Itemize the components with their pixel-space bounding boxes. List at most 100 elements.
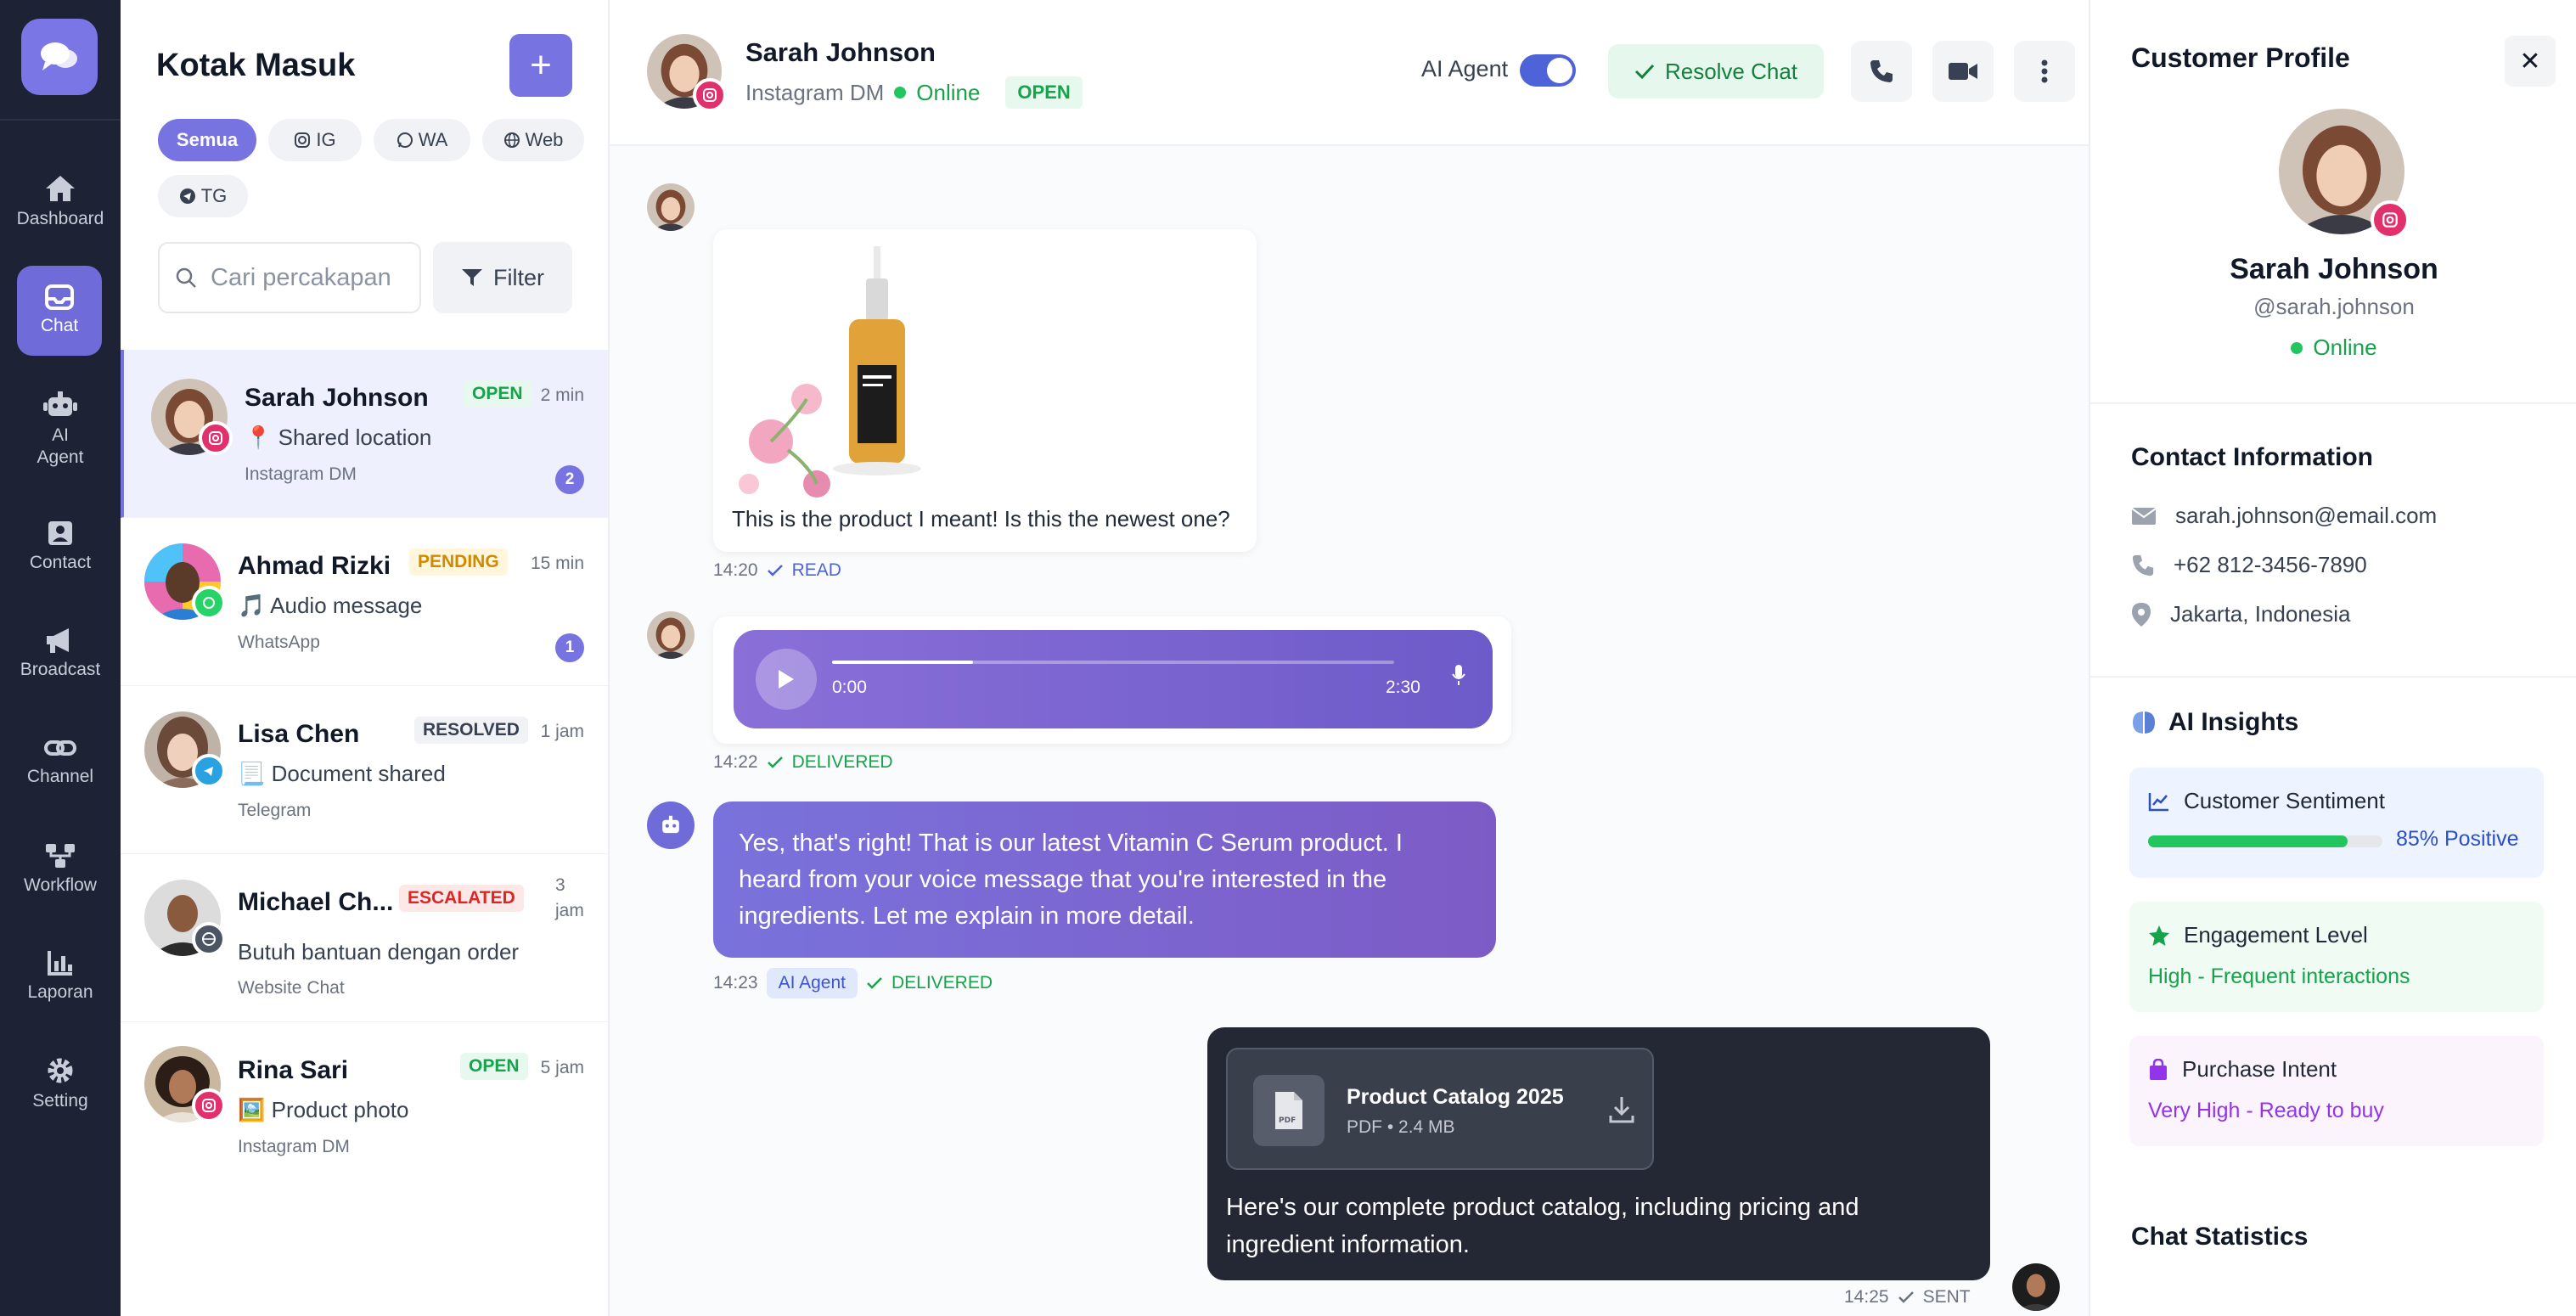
video-call-button[interactable]	[1932, 41, 1994, 102]
conversation-item[interactable]: Rina Sari OPEN 5 jam 🖼️ Product photo In…	[121, 1022, 608, 1190]
conversation-item[interactable]: Ahmad Rizki PENDING 15 min 🎵 Audio messa…	[121, 518, 608, 686]
filter-chip-wa[interactable]: WA	[374, 119, 470, 161]
file-attachment[interactable]: PDF Product Catalog 2025 PDF • 2.4 MB	[1226, 1048, 1654, 1170]
contact-phone[interactable]: +62 812-3456-7890	[2131, 552, 2367, 578]
delivery-receipt: DELIVERED	[891, 973, 993, 993]
nav-item-ai-agent[interactable]: AI Agent	[0, 391, 121, 470]
main-nav: Dashboard Chat AI Agent Contact Broadcast…	[0, 0, 121, 1316]
insight-title: Customer Sentiment	[2148, 788, 2385, 814]
message-text: Here's our complete product catalog, inc…	[1226, 1194, 1859, 1258]
call-button[interactable]	[1851, 41, 1912, 102]
instagram-icon	[199, 421, 233, 455]
chat-source: Instagram DM	[745, 79, 885, 105]
play-button[interactable]	[756, 649, 817, 710]
conversation-time: 2 min	[540, 385, 584, 405]
megaphone-icon	[47, 628, 69, 653]
search-icon	[176, 267, 196, 288]
filter-chip-ig[interactable]: IG	[268, 119, 362, 161]
nav-label: Workflow	[24, 875, 97, 895]
globe-icon	[192, 922, 226, 956]
conversation-item[interactable]: Sarah Johnson OPEN 2 min 📍 Shared locati…	[121, 350, 608, 518]
conversation-name: Michael Ch...	[238, 888, 394, 916]
new-conversation-button[interactable]: +	[509, 34, 572, 97]
sentiment-progress	[2148, 835, 2382, 847]
resolve-chat-button[interactable]: Resolve Chat	[1608, 44, 1824, 98]
close-icon[interactable]: ✕	[2505, 36, 2556, 87]
avatar	[647, 611, 695, 659]
inbox-icon	[45, 284, 74, 310]
nav-item-laporan[interactable]: Laporan	[0, 949, 121, 1004]
voice-duration: 2:30	[1386, 678, 1420, 697]
location-value: Jakarta, Indonesia	[2170, 601, 2351, 627]
nav-item-setting[interactable]: Setting	[0, 1056, 121, 1112]
more-options-button[interactable]	[2014, 41, 2075, 102]
filter-chip-tg[interactable]: TG	[158, 175, 248, 217]
profile-title: Customer Profile	[2131, 42, 2350, 73]
message-text: This is the product I meant! Is this the…	[732, 506, 1230, 531]
unread-count: 2	[555, 465, 584, 494]
product-image[interactable]	[728, 238, 983, 501]
nav-item-workflow[interactable]: Workflow	[0, 842, 121, 897]
profile-name: Sarah Johnson	[2230, 253, 2438, 285]
shopping-bag-icon	[2150, 1058, 2167, 1080]
conversation-preview: 🖼️ Product photo	[238, 1097, 409, 1122]
conversation-name: Ahmad Rizki	[238, 552, 391, 580]
conversation-preview: Butuh bantuan dengan order	[238, 939, 520, 965]
contact-info-title: Contact Information	[2131, 443, 2373, 472]
download-icon[interactable]	[1608, 1095, 1635, 1128]
chat-presence: Online	[916, 79, 981, 105]
insight-title: Engagement Level	[2148, 922, 2368, 948]
message-time: 14:20	[713, 560, 758, 580]
conversation-item[interactable]: Lisa Chen RESOLVED 1 jam 📃 Document shar…	[121, 686, 608, 854]
whatsapp-icon	[397, 132, 413, 148]
conversation-source: Telegram	[238, 801, 312, 820]
file-meta: PDF • 2.4 MB	[1347, 1117, 1455, 1137]
chart-icon	[48, 951, 72, 976]
nav-item-contact[interactable]: Contact	[0, 520, 121, 574]
chip-label: Web	[525, 129, 564, 150]
nav-label: Setting	[32, 1091, 88, 1111]
gear-icon	[48, 1058, 73, 1083]
nav-item-chat[interactable]: Chat	[17, 266, 102, 356]
customer-profile-panel: Customer Profile ✕ Sarah Johnson @sarah.…	[2089, 0, 2576, 1316]
filter-chip-web[interactable]: Web	[482, 119, 584, 161]
inbox-panel: Kotak Masuk + Semua IG WA Web TG Cari pe…	[121, 0, 610, 1316]
check-icon	[1898, 1291, 1914, 1303]
filter-button[interactable]: Filter	[433, 242, 572, 313]
ai-agent-toggle[interactable]	[1520, 54, 1576, 87]
agent-avatar	[2012, 1263, 2060, 1311]
email-value: sarah.johnson@email.com	[2175, 503, 2438, 528]
chat-bubbles-icon[interactable]	[21, 19, 98, 95]
insight-title: Purchase Intent	[2148, 1056, 2337, 1083]
chip-label: Semua	[176, 129, 239, 150]
presence-label: Online	[2313, 335, 2377, 360]
conversation-item[interactable]: Michael Ch... ESCALATED 3 jam Butuh bant…	[121, 854, 608, 1022]
insight-label: Customer Sentiment	[2184, 788, 2385, 813]
outgoing-message-bubble: PDF Product Catalog 2025 PDF • 2.4 MB He…	[1207, 1027, 1990, 1280]
contact-email[interactable]: sarah.johnson@email.com	[2131, 503, 2437, 529]
nav-item-broadcast[interactable]: Broadcast	[0, 627, 121, 681]
robot-icon	[647, 801, 695, 849]
home-icon	[46, 176, 75, 201]
message-meta: 14:25 SENT	[1844, 1287, 1971, 1308]
check-icon	[1634, 64, 1655, 80]
message-time: 14:22	[713, 752, 758, 772]
message-meta: 14:22 DELIVERED	[713, 752, 893, 773]
nav-item-channel[interactable]: Channel	[0, 735, 121, 788]
workflow-icon	[46, 844, 75, 868]
pdf-file-icon: PDF	[1253, 1075, 1325, 1146]
resolve-label: Resolve Chat	[1664, 58, 1798, 84]
nav-item-dashboard[interactable]: Dashboard	[0, 174, 121, 230]
conversation-time: 1 jam	[540, 722, 584, 741]
chat-statistics-title: Chat Statistics	[2131, 1223, 2308, 1251]
delivery-receipt: DELIVERED	[791, 752, 893, 772]
filter-chip-all[interactable]: Semua	[158, 119, 256, 161]
chip-label: WA	[418, 129, 448, 150]
divider	[2090, 402, 2576, 404]
read-receipt: READ	[791, 560, 841, 580]
brain-icon	[2133, 711, 2155, 734]
message-meta: 14:20 READ	[713, 560, 841, 581]
conversation-name: Lisa Chen	[238, 720, 360, 748]
voice-progress-track[interactable]	[832, 661, 1394, 664]
search-input[interactable]: Cari percakapan	[158, 242, 421, 313]
